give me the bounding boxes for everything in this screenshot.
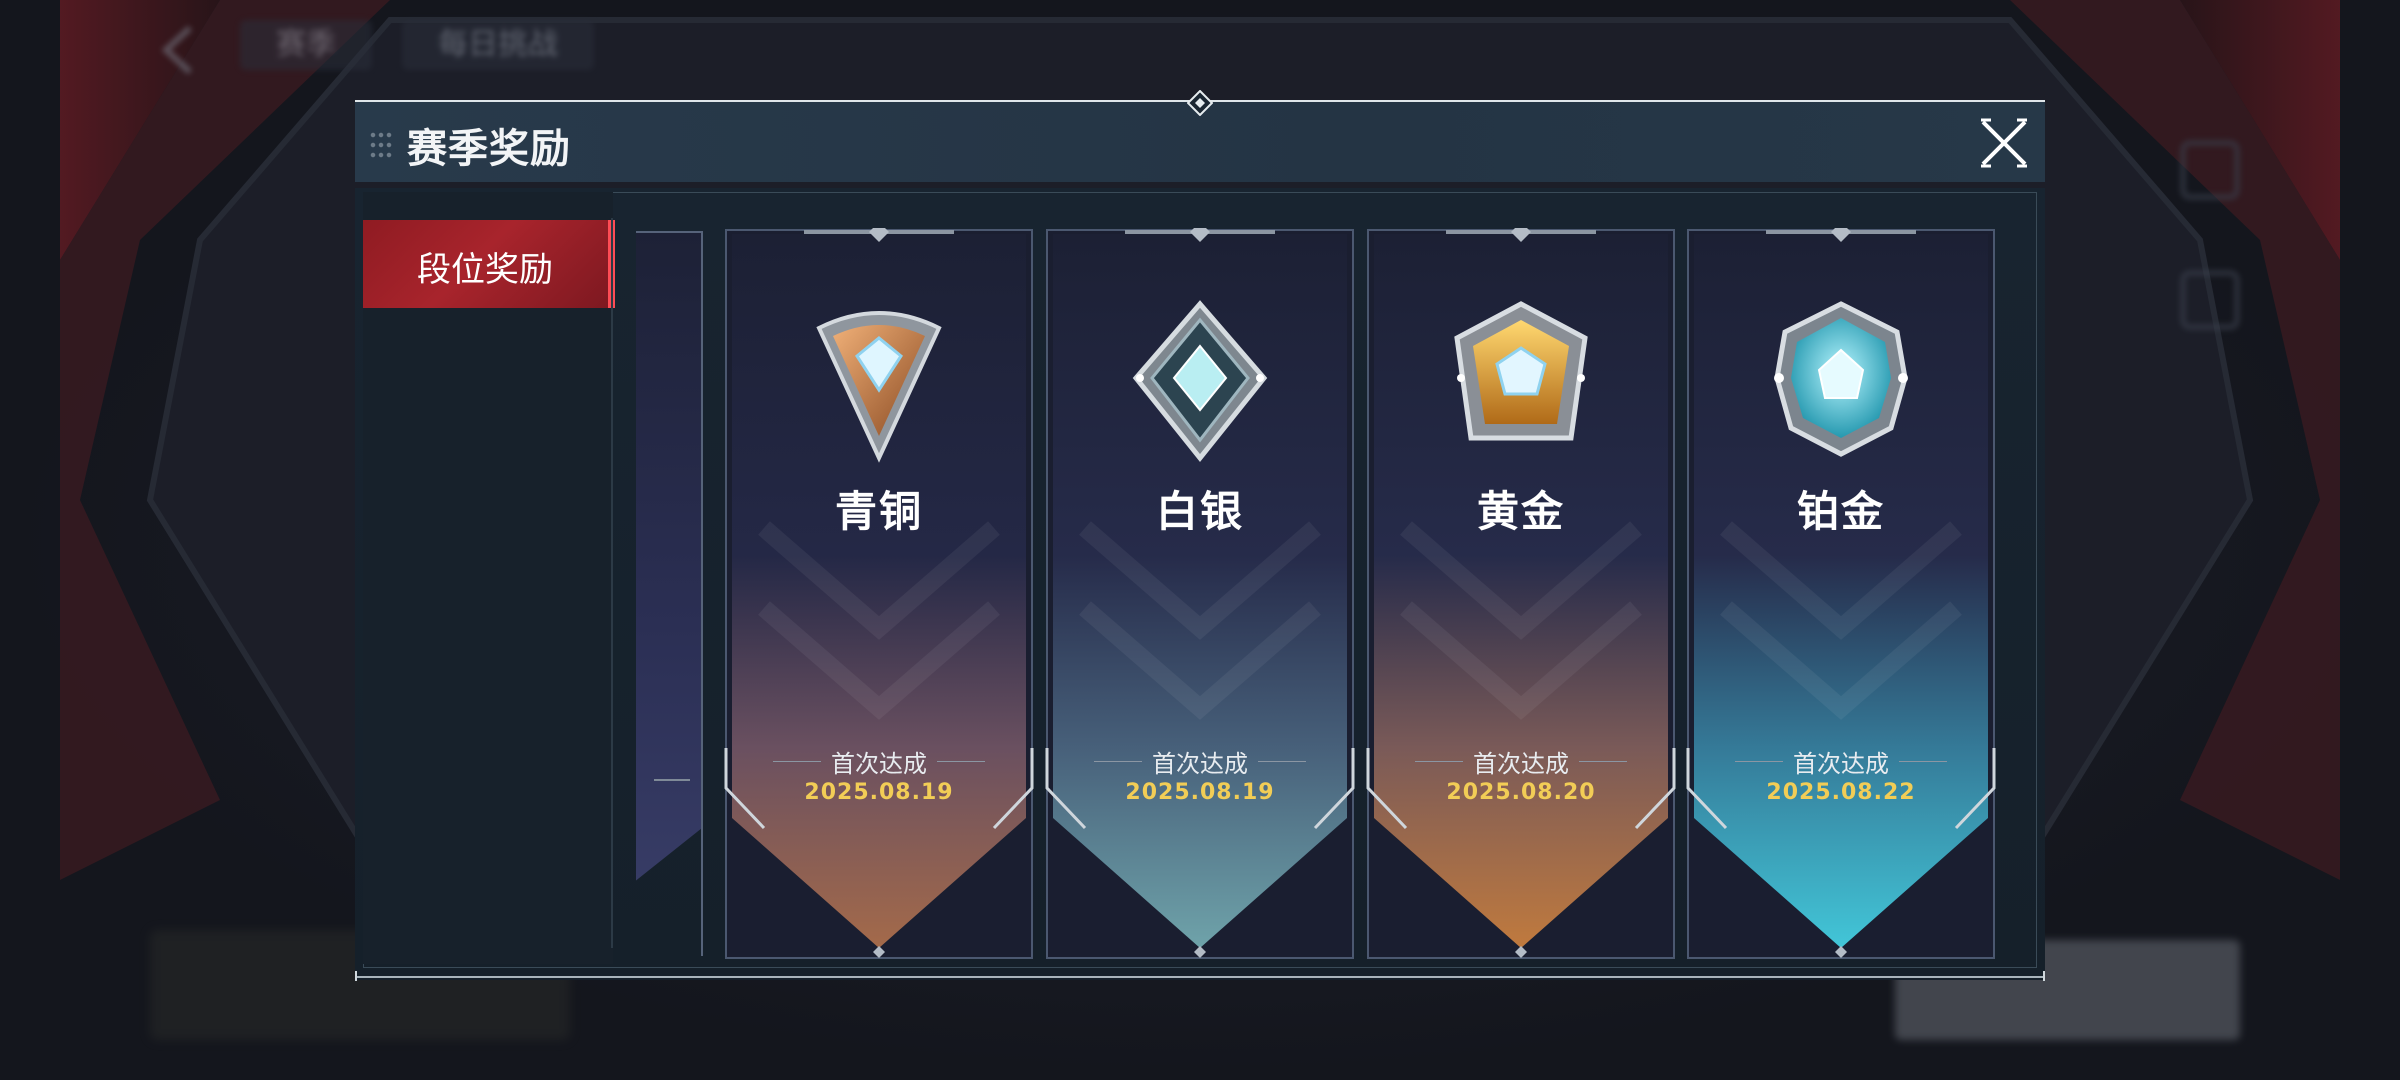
corner-ornament [2033,971,2045,981]
modal-bottom-line [355,976,2045,978]
card-banner [636,231,703,956]
divider-line [773,760,821,762]
background-share-icon [2180,270,2240,330]
season-rewards-modal: 赛季奖励 段位奖励 青铜 首次达成 2025.08.19 白银 首次达成 202… [355,90,2045,981]
rank-name: 青铜 [834,487,923,536]
background-top-tabs: 赛季 每日挑战 [150,20,594,70]
sidebar: 段位奖励 [363,192,615,964]
platinum-rank-badge-icon [1774,301,1908,457]
rank-card-previous[interactable] [636,228,706,960]
rank-name: 黄金 [1476,487,1565,536]
achievement-label: 首次达成 [831,749,927,778]
divider-line [1258,760,1306,762]
divider-line [1579,760,1627,762]
divider-line [937,760,985,762]
achievement-row: 首次达成 [1366,746,1676,778]
corner-ornament [355,971,367,981]
divider-line [1899,760,1947,762]
header-diamond-ornament [1187,90,1213,116]
achievement-date: 2025.08.19 [1125,780,1275,805]
achievement-date: 2025.08.20 [1446,780,1596,805]
rank-card-strip[interactable]: 青铜 首次达成 2025.08.19 白银 首次达成 2025.08.19 黄金… [636,228,2036,968]
rank-card-silver[interactable]: 白银 首次达成 2025.08.19 [1045,228,1355,960]
achievement-label: 首次达成 [1473,749,1569,778]
divider-line [1094,760,1142,762]
gold-rank-badge-icon [1454,301,1588,441]
silver-rank-badge-icon [1132,300,1268,463]
achievement-row: 首次达成 [724,746,1034,778]
rank-card-bronze[interactable]: 青铜 首次达成 2025.08.19 [724,228,1034,960]
background-tab: 每日挑战 [402,20,594,70]
modal-body: 段位奖励 青铜 首次达成 2025.08.19 白银 首次达成 2025.08.… [355,188,2045,981]
drag-grip-icon[interactable] [369,130,393,160]
sidebar-divider [611,218,613,948]
achievement-date: 2025.08.22 [1766,780,1916,805]
background-tab: 赛季 [240,20,372,70]
achievement-row: 首次达成 [1686,746,1996,778]
achievement-date: 2025.08.19 [804,780,954,805]
background-signal-icon [2180,140,2240,200]
close-icon[interactable] [1977,116,2031,170]
divider-line [1415,760,1463,762]
modal-title: 赛季奖励 [407,126,571,172]
modal-header: 赛季奖励 [355,90,2045,182]
tab-rank-rewards[interactable]: 段位奖励 [363,220,615,308]
achievement-label: 首次达成 [1152,749,1248,778]
rank-name: 铂金 [1796,487,1885,536]
divider-line [1735,760,1783,762]
achievement-row: 首次达成 [1045,746,1355,778]
achievement-label: 首次达成 [1793,749,1889,778]
rank-card-platinum[interactable]: 铂金 首次达成 2025.08.22 [1686,228,1996,960]
rank-card-gold[interactable]: 黄金 首次达成 2025.08.20 [1366,228,1676,960]
tab-rank-rewards-label: 段位奖励 [417,250,553,290]
bronze-rank-badge-icon [816,311,942,463]
rank-name: 白银 [1155,487,1244,536]
